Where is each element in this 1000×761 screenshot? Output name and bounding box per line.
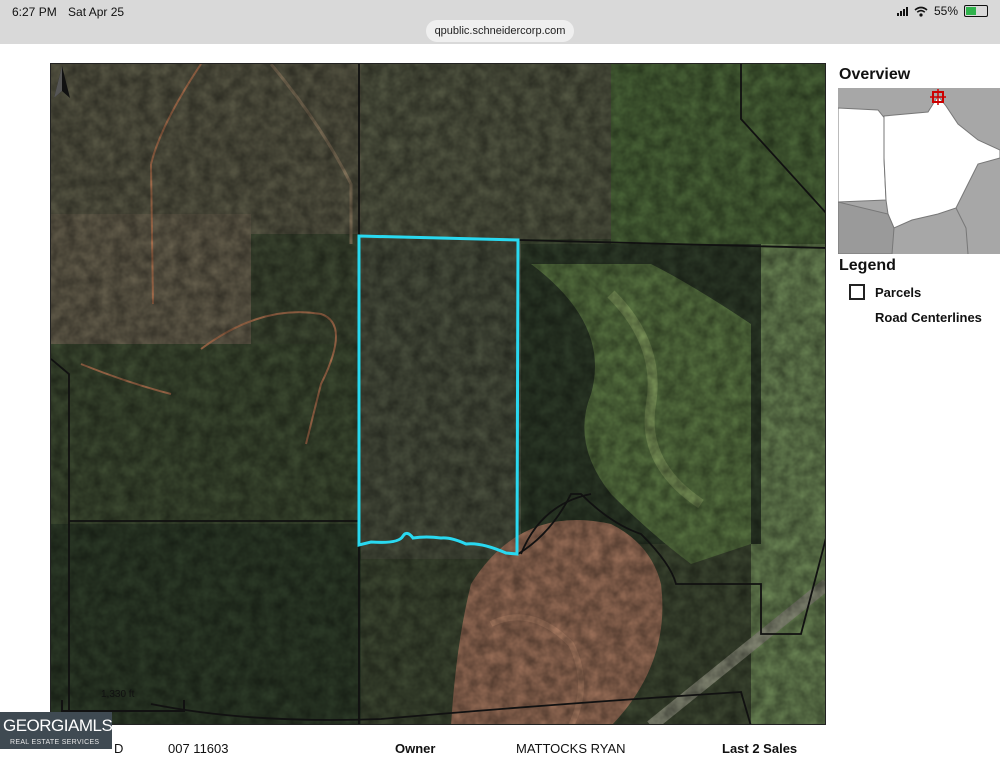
status-time: 6:27 PM [12,5,57,19]
parcel-map[interactable]: 1,330 ft [50,63,826,725]
battery-icon [964,5,988,17]
battery-percent: 55% [933,4,958,18]
status-clock: 6:27 PM Sat Apr 25 [12,5,124,19]
legend-label: Parcels [875,284,922,300]
scale-label: 1,330 ft [101,689,135,700]
overview-map[interactable] [838,88,1000,254]
status-date: Sat Apr 25 [68,5,125,19]
scale-bar-line [61,700,185,712]
parcel-swatch-icon [849,284,865,300]
logo-text: GEORGIAMLS [3,716,113,735]
legend-item-road-centerlines: Road Centerlines [875,310,982,325]
status-bar: 6:27 PM Sat Apr 25 55% qpublic.schneider… [0,0,1000,44]
wifi-icon [914,6,928,17]
aerial-imagery [51,64,825,724]
overview-marker-icon [930,89,946,105]
legend-label: Road Centerlines [875,310,982,325]
north-arrow-icon [54,66,70,98]
parcel-summary-row: D 007 11603 Owner MATTOCKS RYAN Last 2 S… [0,741,1000,761]
address-bar[interactable]: qpublic.schneidercorp.com [426,20,574,42]
overview-title: Overview [839,66,911,83]
status-indicators: 55% [896,4,988,18]
signal-icon [896,6,908,16]
overview-county-shape [838,88,1000,254]
legend-title: Legend [839,257,896,274]
url-text: qpublic.schneidercorp.com [434,25,566,37]
legend-item-parcels: Parcels [849,284,921,300]
scale-bar: 1,330 ft [61,689,185,712]
